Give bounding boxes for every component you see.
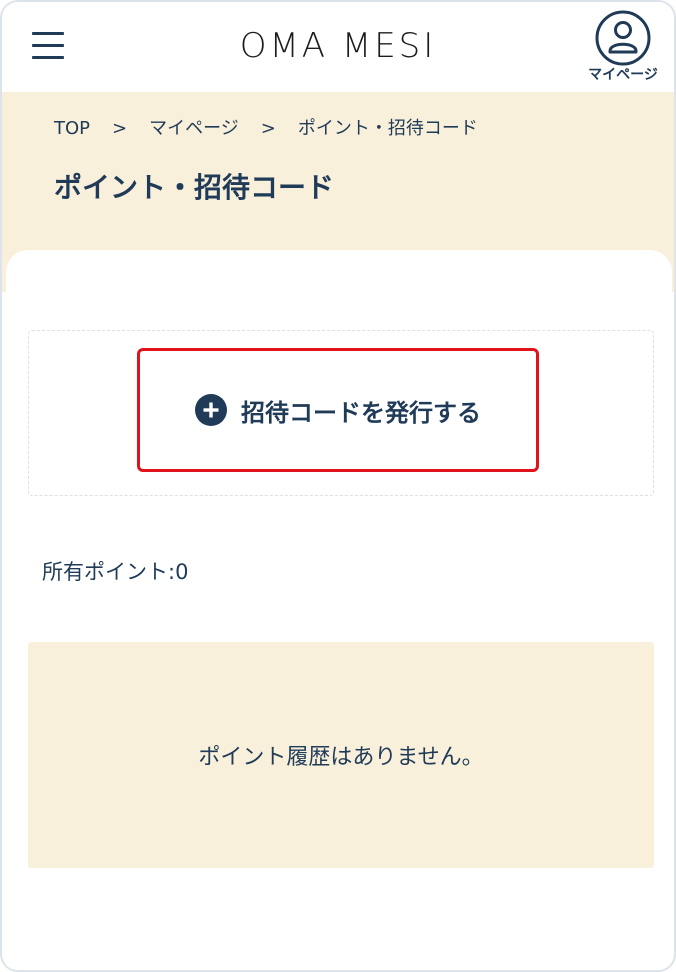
mypage-link[interactable]: マイページ (582, 10, 664, 88)
breadcrumb-item-top[interactable]: TOP (54, 118, 90, 139)
mypage-label: マイページ (588, 67, 658, 83)
issue-invite-code-button[interactable]: 招待コードを発行する (137, 348, 539, 472)
site-header: OMA MESI マイページ (2, 2, 674, 92)
breadcrumb-item-current: ポイント・招待コード (297, 118, 478, 139)
app-frame: OMA MESI マイページ TOP > マイページ > ポイント・招待コード ポイント… (0, 0, 676, 972)
breadcrumb-separator: > (260, 118, 276, 139)
invite-code-area: 招待コードを発行する (28, 330, 654, 496)
point-history-empty-message: ポイント履歴はありません。 (198, 745, 484, 770)
plus-circle-icon (195, 394, 227, 426)
breadcrumb: TOP > マイページ > ポイント・招待コード (54, 118, 478, 140)
breadcrumb-item-mypage[interactable]: マイページ (149, 118, 239, 139)
issue-invite-code-label: 招待コードを発行する (241, 399, 481, 427)
site-logo[interactable]: OMA MESI (2, 24, 674, 68)
page-title: ポイント・招待コード (54, 171, 335, 204)
owned-points: 所有ポイント:0 (42, 560, 189, 584)
content-card: 招待コードを発行する 所有ポイント:0 ポイント履歴はありません。 (6, 250, 672, 970)
breadcrumb-separator: > (112, 118, 128, 139)
point-history-box: ポイント履歴はありません。 (28, 642, 654, 868)
user-circle-icon (595, 10, 651, 66)
